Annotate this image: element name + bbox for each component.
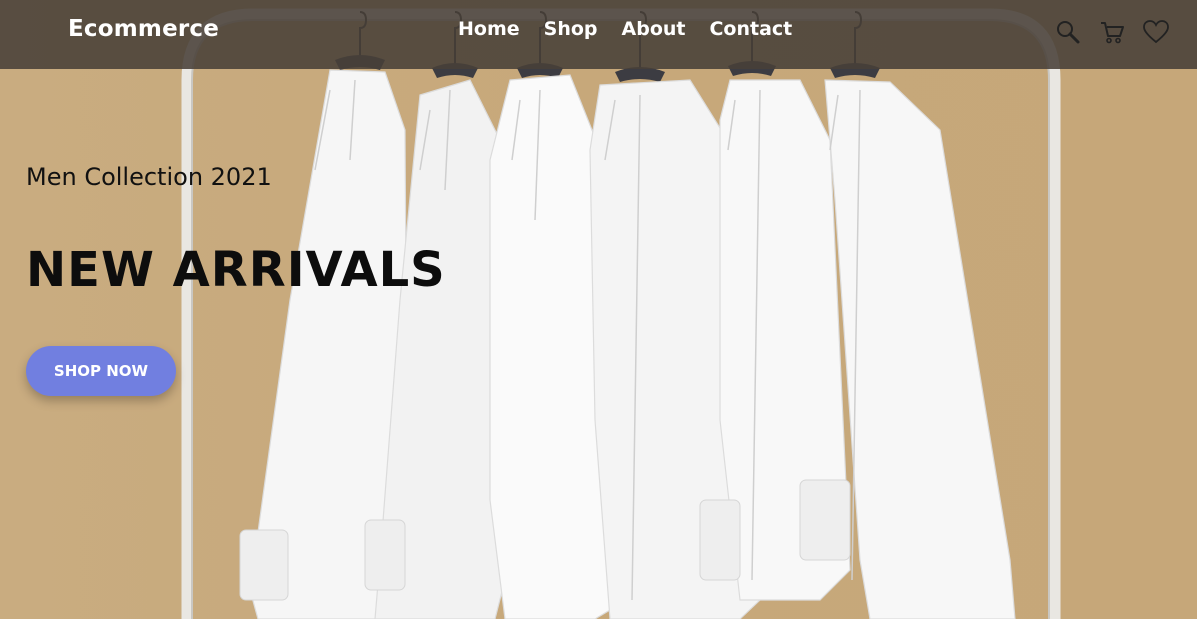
hero-title: NEW ARRIVALS bbox=[26, 242, 446, 298]
header-icons bbox=[1055, 19, 1169, 45]
site-logo[interactable]: Ecommerce bbox=[68, 16, 219, 42]
nav-link-shop[interactable]: Shop bbox=[544, 18, 598, 40]
heart-icon[interactable] bbox=[1143, 19, 1169, 45]
hero-section bbox=[0, 0, 1197, 619]
hero-background-image bbox=[181, 8, 1061, 619]
shop-now-button[interactable]: SHOP NOW bbox=[26, 346, 176, 396]
cart-icon[interactable] bbox=[1099, 19, 1125, 45]
hero-subtitle: Men Collection 2021 bbox=[26, 163, 272, 191]
nav-link-home[interactable]: Home bbox=[458, 18, 520, 40]
search-icon[interactable] bbox=[1055, 19, 1081, 45]
nav-link-contact[interactable]: Contact bbox=[709, 18, 792, 40]
nav-link-about[interactable]: About bbox=[622, 18, 686, 40]
main-nav: Home Shop About Contact bbox=[458, 18, 816, 40]
navbar: Ecommerce Home Shop About Contact bbox=[0, 0, 1197, 69]
